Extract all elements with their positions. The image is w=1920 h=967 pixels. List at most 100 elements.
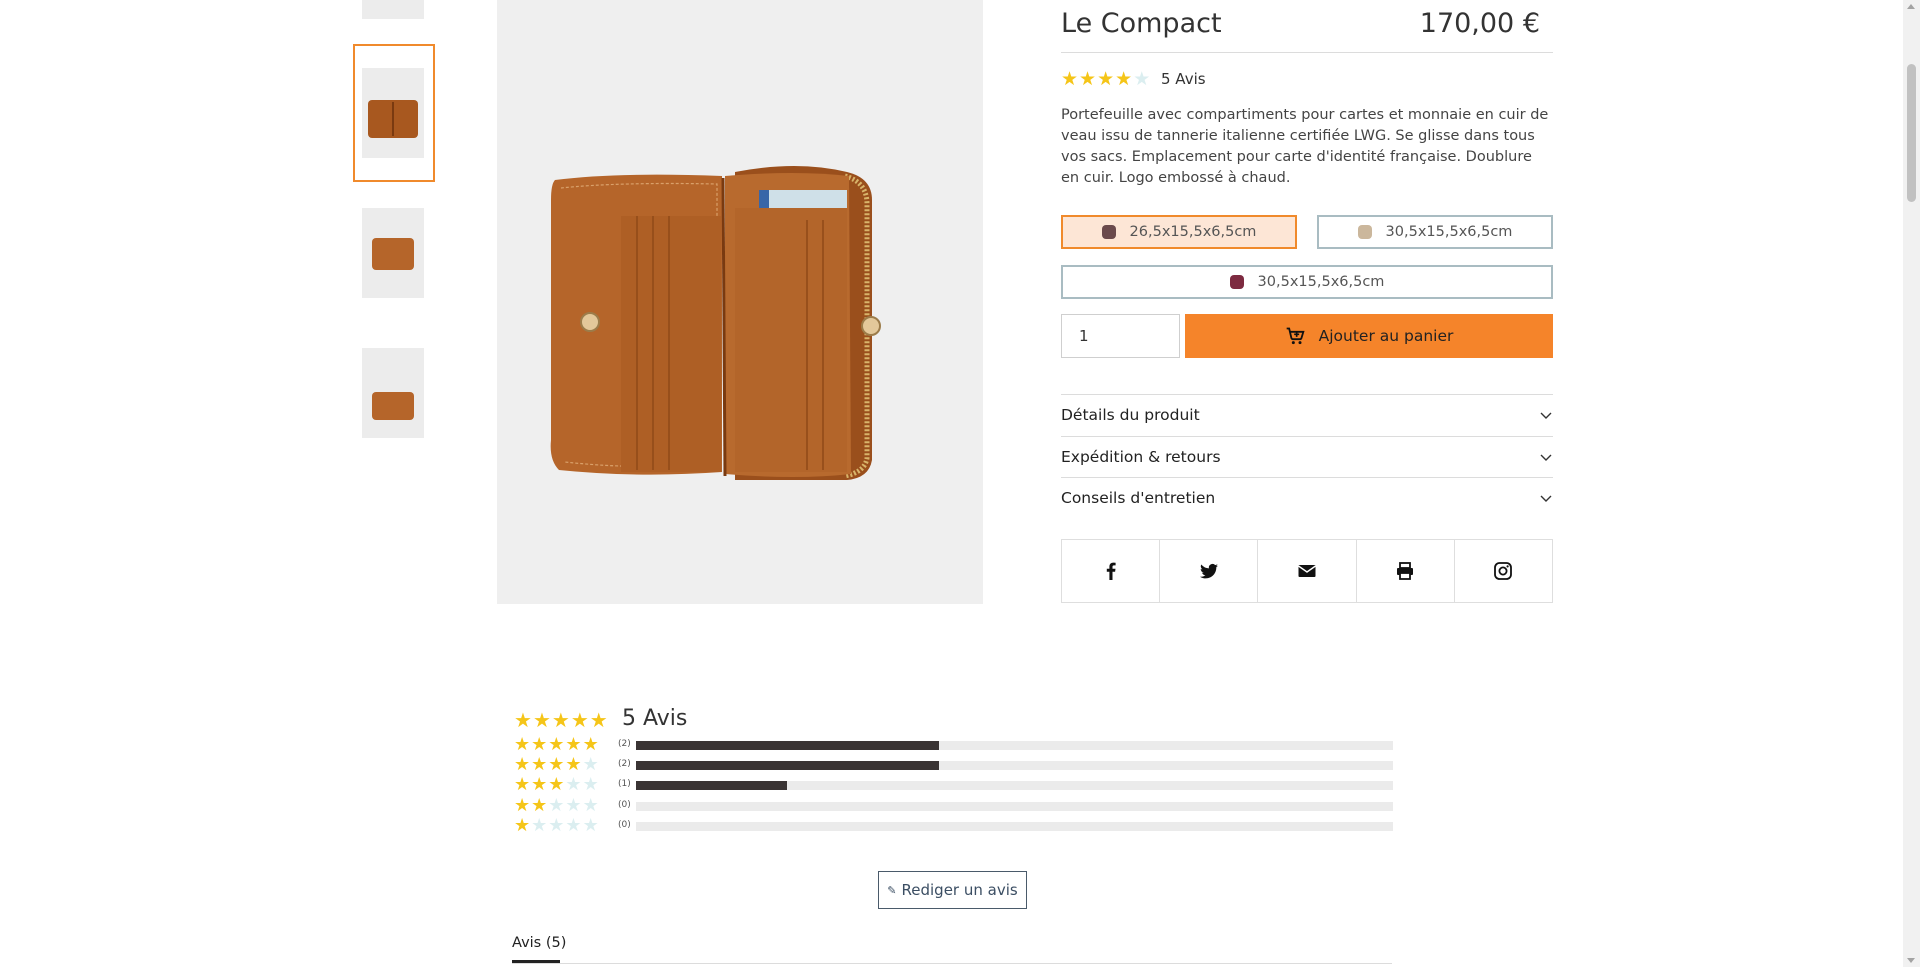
reviews-count-link[interactable]: 5 Avis	[1161, 70, 1206, 88]
star-filled-icon: ★	[565, 734, 582, 755]
thumbnail-top-partial[interactable]	[362, 0, 424, 19]
accordion-label: Conseils d'entretien	[1061, 489, 1216, 507]
star-filled-icon: ★	[531, 754, 548, 775]
star-filled-icon: ★	[589, 708, 608, 732]
facebook-icon	[1106, 562, 1116, 580]
star-filled-icon: ★	[548, 774, 565, 795]
distribution-bar-fill	[636, 741, 939, 750]
star-filled-icon: ★	[514, 734, 531, 755]
distribution-stars: ★ ★ ★ ★ ★	[514, 736, 600, 754]
share-facebook-button[interactable]	[1062, 540, 1161, 602]
product-price: 170,00 €	[1419, 8, 1540, 39]
star-filled-icon: ★	[532, 708, 551, 732]
distribution-count: (2)	[618, 739, 631, 749]
variant-label: 30,5x15,5x6,5cm	[1385, 224, 1513, 240]
scroll-down-arrow[interactable]	[1907, 958, 1915, 963]
accordion-product-details[interactable]: Détails du produit	[1061, 395, 1553, 435]
distribution-bar-track	[636, 802, 1393, 811]
write-review-label: Rediger un avis	[901, 881, 1018, 899]
share-bar	[1061, 539, 1553, 603]
star-empty-icon: ★	[548, 815, 565, 836]
main-product-image[interactable]	[497, 0, 983, 604]
product-title: Le Compact	[1061, 8, 1222, 39]
color-swatch	[1357, 225, 1372, 239]
tab-reviews[interactable]: Avis (5)	[512, 935, 566, 951]
star-empty-icon: ★	[548, 795, 565, 816]
star-empty-icon: ★	[531, 815, 548, 836]
thumbnail-closed-wallet[interactable]	[353, 184, 435, 322]
cart-icon	[1286, 327, 1305, 345]
star-filled-icon: ★	[514, 815, 531, 836]
share-twitter-button[interactable]	[1160, 540, 1259, 602]
distribution-count: (1)	[618, 779, 631, 789]
variant-option-3[interactable]: 30,5x15,5x6,5cm	[1061, 265, 1553, 299]
star-filled-icon: ★	[1061, 68, 1079, 90]
star-filled-icon: ★	[582, 734, 599, 755]
star-filled-icon: ★	[551, 708, 570, 732]
pencil-icon: ✎	[887, 883, 897, 897]
accordion-label: Détails du produit	[1061, 406, 1200, 424]
write-review-button[interactable]: ✎ Rediger un avis	[878, 871, 1027, 909]
thumbnail-image	[362, 348, 424, 438]
star-filled-icon: ★	[531, 734, 548, 755]
star-empty-icon: ★	[565, 815, 582, 836]
variant-option-2[interactable]: 30,5x15,5x6,5cm	[1317, 215, 1553, 249]
chevron-down-icon	[1540, 495, 1552, 502]
color-swatch	[1101, 225, 1116, 239]
twitter-icon	[1199, 563, 1218, 579]
scroll-thumb[interactable]	[1907, 64, 1916, 202]
print-button[interactable]	[1357, 540, 1455, 602]
star-empty-icon: ★	[582, 754, 599, 775]
chevron-down-icon	[1540, 412, 1552, 419]
share-email-button[interactable]	[1258, 540, 1357, 602]
page-scrollbar[interactable]	[1903, 0, 1920, 967]
thumbnail-open-wallet[interactable]	[353, 44, 435, 182]
star-filled-icon: ★	[565, 754, 582, 775]
star-filled-icon: ★	[514, 774, 531, 795]
chevron-down-icon	[1540, 454, 1552, 461]
product-rating-stars: ★ ★ ★ ★ ★	[1061, 69, 1151, 89]
accordion-care-tips[interactable]: Conseils d'entretien	[1061, 478, 1553, 518]
distribution-stars: ★ ★ ★ ★ ★	[514, 797, 600, 815]
quantity-input[interactable]	[1061, 314, 1180, 358]
star-filled-icon: ★	[570, 708, 589, 732]
variant-label: 26,5x15,5x6,5cm	[1129, 224, 1257, 240]
share-instagram-button[interactable]	[1455, 540, 1552, 602]
star-filled-icon: ★	[1115, 68, 1133, 90]
distribution-count: (2)	[618, 759, 631, 769]
star-filled-icon: ★	[514, 754, 531, 775]
scroll-up-arrow[interactable]	[1907, 4, 1915, 9]
instagram-icon	[1494, 562, 1513, 580]
distribution-bar-track	[636, 781, 1393, 790]
distribution-count: (0)	[618, 820, 631, 830]
wallet-illustration	[550, 166, 881, 480]
thumbnail-wallet-side[interactable]	[353, 324, 435, 462]
divider	[512, 963, 1392, 964]
thumbnail-image	[362, 68, 424, 158]
distribution-count: (0)	[618, 800, 631, 810]
star-filled-icon: ★	[1079, 68, 1097, 90]
color-swatch	[1229, 275, 1244, 289]
print-icon	[1397, 562, 1414, 580]
star-filled-icon: ★	[514, 708, 532, 732]
distribution-bar-fill	[636, 781, 788, 790]
variant-option-1[interactable]: 26,5x15,5x6,5cm	[1061, 215, 1297, 249]
distribution-bar-track	[636, 741, 1393, 750]
distribution-bar-fill	[636, 761, 939, 770]
star-empty-icon: ★	[582, 774, 599, 795]
star-empty-icon: ★	[582, 815, 599, 836]
review-summary-count: 5 Avis	[622, 706, 688, 731]
add-to-cart-button[interactable]: Ajouter au panier	[1185, 314, 1553, 358]
star-empty-icon: ★	[1133, 68, 1151, 90]
review-summary-stars: ★ ★ ★ ★ ★	[514, 710, 609, 730]
star-filled-icon: ★	[514, 795, 531, 816]
product-description: Portefeuille avec compartiments pour car…	[1061, 107, 1549, 186]
star-filled-icon: ★	[531, 795, 548, 816]
accordion-shipping-returns[interactable]: Expédition & retours	[1061, 437, 1553, 477]
email-icon	[1298, 565, 1316, 577]
star-empty-icon: ★	[565, 774, 582, 795]
distribution-stars: ★ ★ ★ ★ ★	[514, 776, 600, 794]
distribution-bar-track	[636, 761, 1393, 770]
distribution-stars: ★ ★ ★ ★ ★	[514, 756, 600, 774]
add-to-cart-label: Ajouter au panier	[1318, 327, 1454, 345]
